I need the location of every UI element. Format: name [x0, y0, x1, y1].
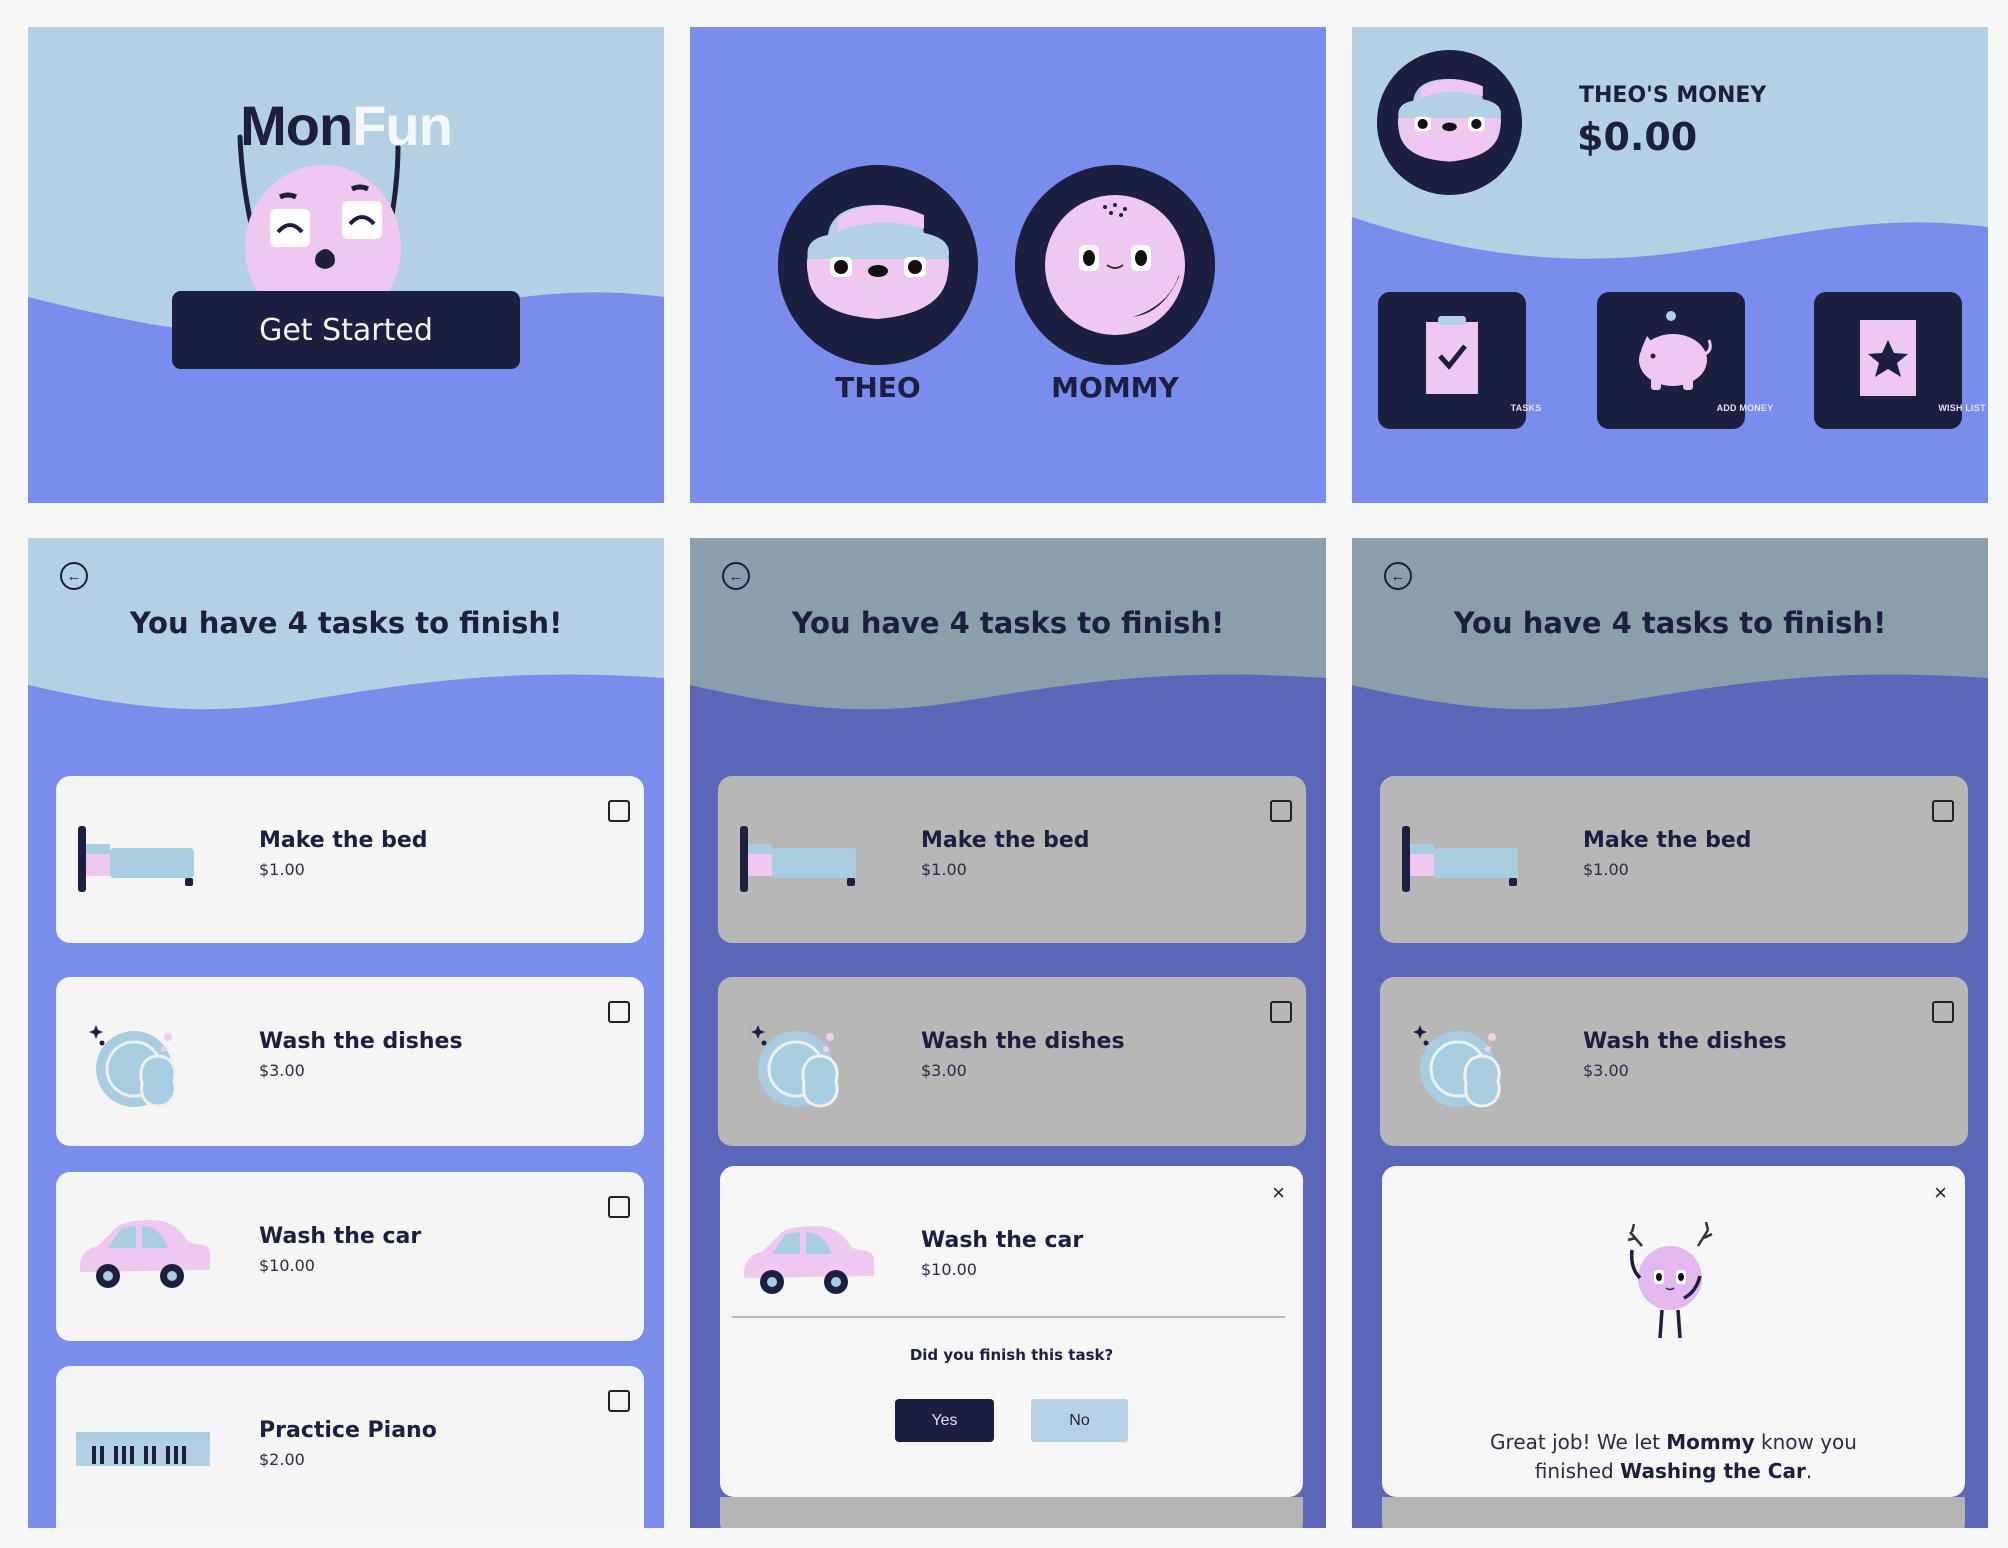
- task-price: $3.00: [921, 1061, 967, 1080]
- tasks-heading: You have 4 tasks to finish!: [791, 606, 1225, 640]
- task-checkbox: [1270, 1001, 1292, 1023]
- task-card: Make the bed $1.00: [1380, 776, 1968, 943]
- no-button[interactable]: No: [1031, 1399, 1128, 1442]
- theo-avatar-icon[interactable]: [1377, 50, 1522, 195]
- task-checkbox: [1932, 1001, 1954, 1023]
- divider: [732, 1316, 1285, 1318]
- task-price: $1.00: [259, 860, 305, 879]
- task-title: Wash the car: [259, 1224, 422, 1249]
- get-started-button[interactable]: Get Started: [172, 291, 520, 369]
- task-title: Practice Piano: [259, 1418, 437, 1443]
- confirm-task-modal: × Wash the car $10.00 Did you finish thi…: [720, 1166, 1303, 1497]
- dimmed-card-behind: [720, 1497, 1303, 1528]
- dishes-icon: [1411, 1023, 1501, 1109]
- tasks-heading: You have 4 tasks to finish!: [1453, 606, 1887, 640]
- task-checkbox[interactable]: [608, 800, 630, 822]
- celebrating-monster-icon: [1627, 1221, 1713, 1339]
- task-price: $3.00: [1583, 1061, 1629, 1080]
- task-card[interactable]: Wash the car $10.00: [56, 1172, 644, 1341]
- mommy-avatar-icon: [1015, 165, 1215, 365]
- task-title: Wash the dishes: [921, 1029, 1125, 1054]
- task-card: Wash the dishes $3.00: [718, 977, 1306, 1146]
- back-button[interactable]: ←: [60, 562, 88, 590]
- bed-icon: [1402, 826, 1518, 892]
- success-message: Great job! We let Mommy know you finishe…: [1382, 1428, 1965, 1486]
- task-checkbox[interactable]: [608, 1001, 630, 1023]
- task-checkbox: [1270, 800, 1292, 822]
- task-title: Make the bed: [1583, 828, 1752, 853]
- home-screen: THEO'S MONEY $0.00 TASKS ADD MONEY WISH …: [1352, 27, 1988, 503]
- task-title: Make the bed: [259, 828, 428, 853]
- success-text-part: .: [1805, 1459, 1813, 1483]
- app-logo: MonFun: [28, 93, 664, 158]
- welcome-screen: MonFun Get Started: [28, 27, 664, 503]
- task-card[interactable]: Practice Piano $2.00: [56, 1366, 644, 1528]
- dishes-icon: [749, 1023, 839, 1109]
- profile-mommy[interactable]: MOMMY: [1015, 165, 1215, 404]
- task-price: $3.00: [259, 1061, 305, 1080]
- dishes-icon: [87, 1023, 177, 1109]
- task-list-screen: ← You have 4 tasks to finish! Make the b…: [28, 538, 664, 1528]
- success-text-part: know you: [1754, 1430, 1857, 1454]
- task-title: Wash the dishes: [1583, 1029, 1787, 1054]
- back-button[interactable]: ←: [722, 562, 750, 590]
- bed-icon: [740, 826, 856, 892]
- profile-theo[interactable]: THEO: [778, 165, 978, 404]
- profile-select-screen: THEO MOMMY: [690, 27, 1326, 503]
- task-confirm-screen: ← You have 4 tasks to finish! Make the b…: [690, 538, 1326, 1528]
- money-balance: $0.00: [1577, 115, 1698, 159]
- dimmed-card-behind: [1382, 1497, 1965, 1528]
- success-modal: × Great job! We let Mommy know you finis…: [1382, 1166, 1965, 1497]
- modal-task-price: $10.00: [921, 1260, 977, 1279]
- add-money-tile-button[interactable]: ADD MONEY: [1597, 292, 1773, 429]
- task-checkbox[interactable]: [608, 1390, 630, 1412]
- profile-name: THEO: [835, 371, 921, 404]
- piano-icon: [76, 1432, 210, 1484]
- close-icon[interactable]: ×: [1272, 1180, 1285, 1206]
- bed-icon: [78, 826, 194, 892]
- wish-list-tile-button[interactable]: WISH LIST: [1814, 292, 1985, 429]
- tile-label: ADD MONEY: [1716, 403, 1774, 413]
- task-card[interactable]: Wash the dishes $3.00: [56, 977, 644, 1146]
- task-price: $1.00: [921, 860, 967, 879]
- logo-fun: Fun: [352, 94, 453, 157]
- money-label: THEO'S MONEY: [1579, 83, 1767, 108]
- modal-task-title: Wash the car: [921, 1228, 1084, 1253]
- tasks-heading: You have 4 tasks to finish!: [129, 606, 563, 640]
- theo-avatar-icon: [778, 165, 978, 365]
- success-text-part: Great job! We let: [1490, 1430, 1667, 1454]
- task-price: $2.00: [259, 1450, 305, 1469]
- task-checkbox: [1932, 800, 1954, 822]
- tile-label: TASKS: [1510, 403, 1542, 413]
- success-text-parent: Mommy: [1666, 1430, 1755, 1454]
- tile-label: WISH LIST: [1938, 403, 1986, 413]
- task-card[interactable]: Make the bed $1.00: [56, 776, 644, 943]
- back-arrow-icon: ←: [728, 567, 744, 585]
- profile-name: MOMMY: [1051, 371, 1179, 404]
- task-checkbox[interactable]: [608, 1196, 630, 1218]
- task-success-screen: ← You have 4 tasks to finish! Make the b…: [1352, 538, 1988, 1528]
- task-price: $10.00: [259, 1256, 315, 1275]
- task-card: Wash the dishes $3.00: [1380, 977, 1968, 1146]
- back-arrow-icon: ←: [66, 567, 82, 585]
- task-card: Make the bed $1.00: [718, 776, 1306, 943]
- back-button[interactable]: ←: [1384, 562, 1412, 590]
- yes-button[interactable]: Yes: [895, 1399, 994, 1442]
- back-arrow-icon: ←: [1390, 567, 1406, 585]
- car-icon: [79, 1220, 210, 1288]
- success-text-part: finished: [1534, 1459, 1621, 1483]
- logo-mon: Mon: [240, 94, 353, 157]
- car-icon: [743, 1226, 874, 1294]
- task-title: Make the bed: [921, 828, 1090, 853]
- success-text-task: Washing the Car: [1620, 1459, 1806, 1483]
- close-icon[interactable]: ×: [1934, 1180, 1947, 1206]
- task-title: Wash the dishes: [259, 1029, 463, 1054]
- task-price: $1.00: [1583, 860, 1629, 879]
- tasks-tile-button[interactable]: TASKS: [1378, 292, 1541, 429]
- confirm-question: Did you finish this task?: [909, 1346, 1114, 1364]
